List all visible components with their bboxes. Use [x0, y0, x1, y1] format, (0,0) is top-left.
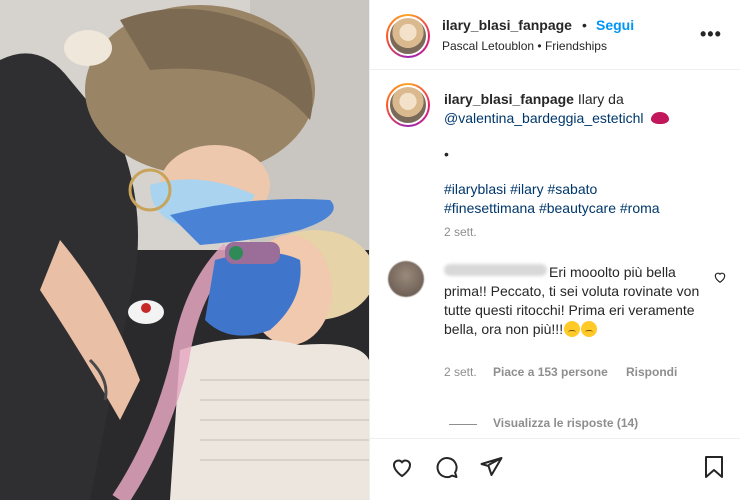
comment: Eri mooolto più bella prima!! Peccato, t…: [444, 263, 704, 339]
location-link[interactable]: Pascal Letoublon • Friendships: [442, 39, 607, 53]
profile-avatar[interactable]: [386, 14, 430, 58]
share-send-icon[interactable]: [479, 455, 504, 479]
more-options-icon[interactable]: •••: [700, 24, 722, 45]
like-heart-icon[interactable]: [389, 455, 415, 479]
post-actions-bar: [369, 438, 740, 500]
caption-time[interactable]: 2 sett.: [444, 225, 477, 239]
caption-bullet: •: [444, 146, 449, 162]
caption-username[interactable]: ilary_blasi_fanpage: [444, 91, 574, 107]
comment-like-heart-icon[interactable]: [713, 270, 727, 284]
post-photo[interactable]: [0, 0, 369, 500]
caption-mention[interactable]: @valentina_bardeggia_estetichl: [444, 110, 643, 126]
save-bookmark-icon[interactable]: [702, 455, 726, 479]
hashtags-line-2[interactable]: #finesettimana #beautycare #roma: [444, 200, 660, 216]
follow-button[interactable]: Segui: [596, 17, 634, 33]
comment-likes[interactable]: Piace a 153 persone: [493, 365, 608, 379]
view-replies-button[interactable]: Visualizza le risposte (14): [493, 416, 638, 430]
replies-divider: [449, 424, 477, 425]
reply-button[interactable]: Rispondi: [626, 365, 677, 379]
caption: ilary_blasi_fanpage Ilary da @valentina_…: [444, 90, 724, 128]
caption-avatar[interactable]: [386, 83, 430, 127]
commenter-avatar[interactable]: [388, 261, 424, 297]
disappointed-face-icon: [581, 321, 598, 337]
comment-icon[interactable]: [434, 455, 459, 479]
hashtags-line-1[interactable]: #ilaryblasi #ilary #sabato: [444, 181, 597, 197]
caption-hashtags: #ilaryblasi #ilary #sabato #finesettiman…: [444, 180, 714, 218]
comment-time[interactable]: 2 sett.: [444, 365, 477, 379]
instagram-post: ilary_blasi_fanpage • Segui Pascal Letou…: [0, 0, 740, 500]
header-username[interactable]: ilary_blasi_fanpage: [442, 17, 572, 33]
photo-illustration: [0, 0, 369, 500]
header-separator: •: [582, 17, 587, 33]
caption-text: Ilary da: [577, 91, 624, 107]
disappointed-face-icon: [564, 321, 581, 337]
lips-emoji-icon: [651, 112, 670, 124]
